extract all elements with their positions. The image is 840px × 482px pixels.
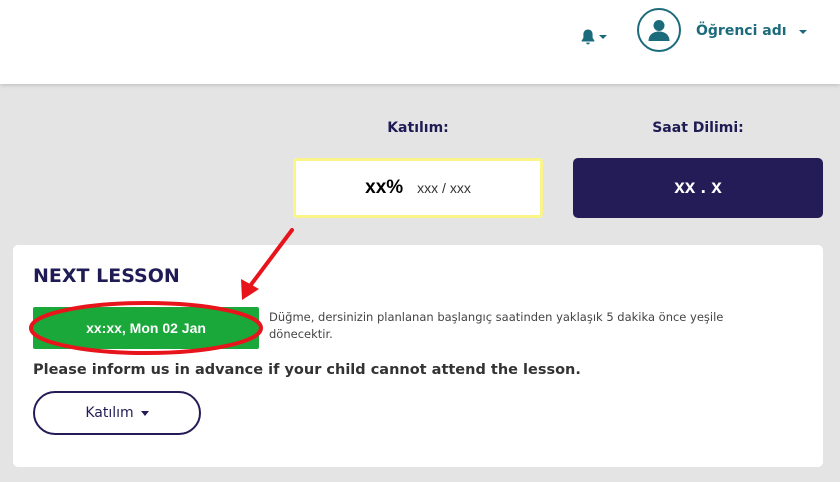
attendance-dropdown-label: Katılım (85, 405, 134, 421)
user-avatar[interactable] (637, 8, 681, 52)
top-navbar: Öğrenci adı (0, 0, 840, 84)
next-lesson-title: NEXT LESSON (33, 265, 180, 287)
attendance-dropdown-button[interactable]: Katılım (33, 391, 201, 435)
user-menu-chevron-icon[interactable] (799, 30, 807, 34)
chevron-down-icon (140, 410, 149, 416)
join-lesson-button[interactable]: xx:xx, Mon 02 Jan (33, 307, 259, 349)
user-avatar-icon (648, 20, 670, 41)
attendance-box: xx% xxx / xxx (293, 158, 543, 218)
notifications-dropdown[interactable] (580, 26, 607, 48)
timezone-label: Saat Dilimi: (652, 120, 744, 136)
inform-text: Please inform us in advance if your chil… (33, 362, 581, 378)
attendance-percent: xx% (365, 177, 404, 198)
user-name-menu[interactable]: Öğrenci adı (696, 23, 787, 39)
timezone-box: xx . x (573, 158, 823, 218)
bell-icon (581, 29, 595, 45)
lesson-button-note: Düğme, dersinizin planlanan başlangıç sa… (269, 310, 724, 341)
next-lesson-card: NEXT LESSON xx:xx, Mon 02 Jan Düğme, der… (13, 245, 823, 467)
timezone-value: xx . x (674, 177, 722, 198)
chevron-down-icon (599, 35, 607, 39)
attendance-ratio: xxx / xxx (417, 180, 471, 196)
attendance-label: Katılım: (387, 120, 449, 136)
